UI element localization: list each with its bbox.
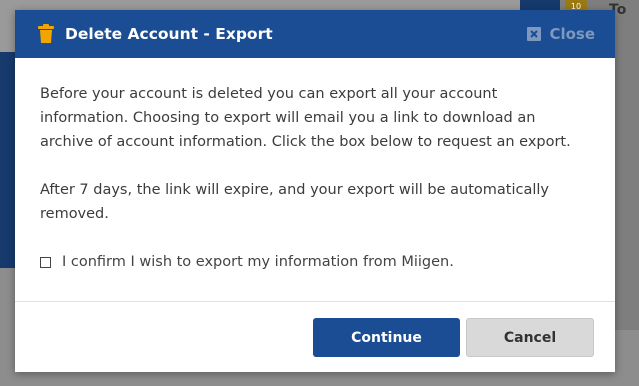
- dialog-header: Delete Account - Export Close: [15, 10, 615, 58]
- confirm-export-row[interactable]: I confirm I wish to export my informatio…: [40, 250, 590, 274]
- close-button[interactable]: Close: [527, 25, 595, 43]
- delete-account-export-dialog: Delete Account - Export Close Before you…: [15, 10, 615, 372]
- export-info-paragraph: Before your account is deleted you can e…: [40, 86, 571, 150]
- trash-icon: [37, 24, 55, 44]
- expiry-info-paragraph: After 7 days, the link will expire, and …: [40, 182, 550, 222]
- footer-divider: [15, 301, 615, 302]
- cancel-button[interactable]: Cancel: [466, 318, 594, 357]
- dialog-body: Before your account is deleted you can e…: [15, 58, 615, 274]
- continue-button[interactable]: Continue: [313, 318, 460, 357]
- dialog-title: Delete Account - Export: [65, 25, 273, 43]
- close-label: Close: [549, 25, 595, 43]
- close-box-icon: [527, 27, 542, 41]
- confirm-export-label[interactable]: I confirm I wish to export my informatio…: [62, 250, 454, 274]
- confirm-export-checkbox[interactable]: [40, 256, 51, 268]
